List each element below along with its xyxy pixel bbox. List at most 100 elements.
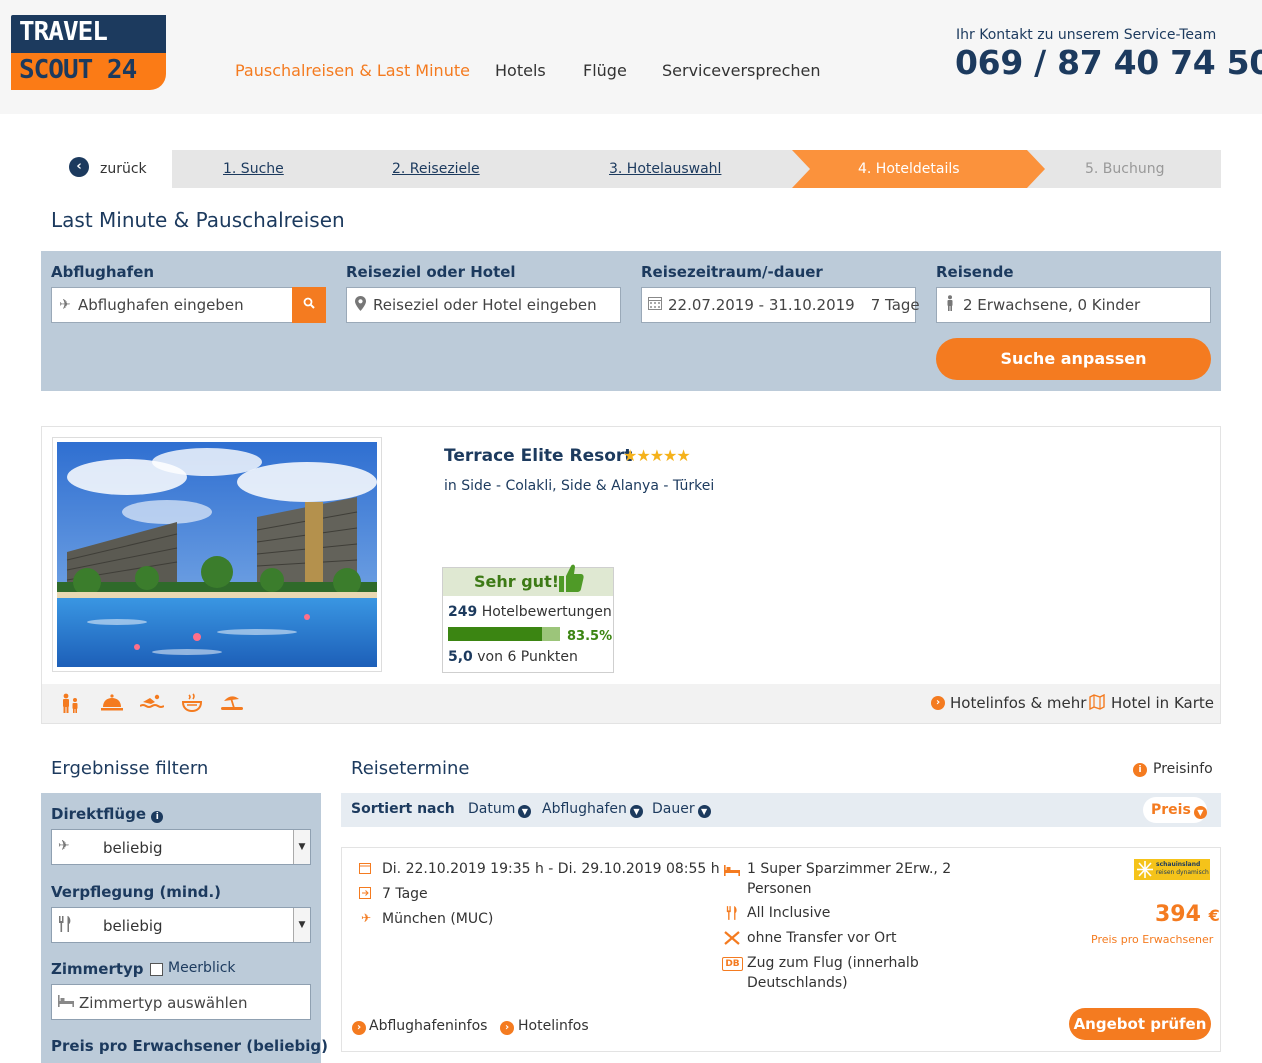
chevron-right-icon: › [931, 696, 945, 710]
beach-icon[interactable] [220, 693, 244, 715]
duration-value: 7 Tage [870, 296, 920, 314]
board-label: Verpflegung (mind.) [51, 883, 222, 901]
page-title: Last Minute & Pauschalreisen [51, 208, 345, 232]
sort-by-price[interactable]: Preis ▼ [1143, 797, 1207, 823]
departure-label: Abflughafen [51, 263, 155, 281]
offer-price: 394 € [1155, 902, 1220, 927]
rating-word: Sehr gut! [474, 572, 560, 591]
back-link[interactable]: zurück [100, 161, 147, 177]
travelers-label: Reisende [936, 263, 1014, 281]
calendar-icon [642, 296, 668, 314]
sort-by-airport[interactable]: Abflughafen ▼ [542, 801, 643, 818]
results-title: Reisetermine [351, 758, 470, 779]
swimming-icon[interactable] [139, 693, 165, 715]
period-label: Reisezeitraum/-dauer [641, 263, 823, 281]
plane-icon: ✈ [360, 911, 372, 925]
review-count[interactable]: 249 Hotelbewertungen [448, 604, 612, 620]
offer-room: 1 Super Sparzimmer 2Erw., 2 Personen [747, 861, 952, 897]
recommend-percentage: 83.5% [567, 629, 613, 644]
plane-icon: ✈ [58, 838, 70, 854]
destination-input[interactable]: Reiseziel oder Hotel eingeben [346, 287, 621, 323]
hotel-stars: ★★★★★ [623, 446, 691, 465]
sort-by-duration[interactable]: Dauer ▼ [652, 801, 711, 818]
no-transfer-icon [724, 931, 740, 949]
calendar-icon [359, 862, 371, 878]
info-icon[interactable]: i [151, 811, 164, 823]
step-hotelauswahl[interactable]: 3. Hotelauswahl [609, 161, 721, 177]
departure-input[interactable]: ✈ Abflughafen eingeben [51, 287, 293, 323]
step-reiseziele[interactable]: 2. Reiseziele [392, 161, 480, 177]
period-input[interactable]: 22.07.2019 - 31.10.2019 7 Tage [641, 287, 920, 323]
step-suche[interactable]: 1. Suche [223, 161, 284, 177]
map-pin-icon [347, 295, 373, 315]
chevron-down-icon: ▼ [518, 805, 532, 818]
room-type-placeholder: Zimmertyp auswählen [79, 994, 248, 1012]
nav-serviceversprechen[interactable]: Serviceversprechen [662, 61, 821, 80]
room-type-label: Zimmertyp [51, 960, 144, 978]
destination-placeholder: Reiseziel oder Hotel eingeben [373, 296, 597, 314]
map-icon [1089, 693, 1105, 714]
direct-flights-label: Direktflüge i [51, 805, 164, 823]
spa-icon[interactable] [180, 693, 204, 715]
departure-search-button[interactable] [292, 287, 326, 323]
board-select[interactable]: beliebig ▼ [51, 907, 311, 943]
bed-icon [724, 864, 740, 880]
tour-operator-logo: schauinsland reisen dynamisch [1134, 859, 1210, 880]
priceinfo-link[interactable]: Preisinfo [1153, 761, 1213, 777]
nav-pauschalreisen[interactable]: Pauschalreisen & Last Minute [235, 61, 470, 80]
hotel-map-link[interactable]: Hotel in Karte [1111, 694, 1214, 712]
airport-info-link[interactable]: Abflughafeninfos [369, 1018, 487, 1034]
seaview-checkbox[interactable] [150, 963, 163, 976]
travelscout24-logo[interactable]: TRAVEL SCOUT 24 [11, 15, 166, 90]
db-train-icon: DB [722, 957, 743, 971]
filter-title: Ergebnisse filtern [51, 758, 209, 779]
step-hoteldetails: 4. Hoteldetails [858, 161, 960, 177]
nav-fluege[interactable]: Flüge [583, 61, 627, 80]
cutlery-icon [726, 906, 738, 924]
search-icon [303, 297, 315, 309]
chevron-right-icon: › [500, 1021, 514, 1035]
contact-label: Ihr Kontakt zu unserem Service-Team [956, 27, 1217, 43]
person-icon [937, 295, 963, 315]
chevron-right-icon: › [352, 1021, 366, 1035]
plane-icon: ✈ [59, 297, 71, 313]
check-offer-button[interactable]: Angebot prüfen [1069, 1008, 1211, 1040]
chevron-down-icon: ▼ [1193, 806, 1207, 819]
offer-duration: 7 Tage [382, 886, 428, 902]
travelers-input[interactable]: 2 Erwachsene, 0 Kinder [936, 287, 1211, 323]
rating-score: 5,0 von 6 Punkten [448, 649, 578, 665]
offer-airport: München (MUC) [382, 911, 494, 927]
price-filter-label: Preis pro Erwachsener (beliebig) [51, 1037, 328, 1055]
service-phone[interactable]: 069 / 87 40 74 5000 [955, 43, 1262, 82]
offer-train: Zug zum Flug (innerhalb Deutschlands) [747, 955, 919, 991]
recommend-bar-fill [448, 627, 542, 641]
back-arrow-icon[interactable]: ‹ [69, 157, 89, 177]
seaview-label[interactable]: Meerblick [168, 960, 236, 976]
hotel-photo[interactable] [57, 442, 377, 667]
logo-text-travel: TRAVEL [19, 17, 108, 47]
suche-anpassen-button[interactable]: Suche anpassen [936, 338, 1211, 380]
hotel-name: Terrace Elite Resort [444, 446, 633, 466]
room-service-icon[interactable] [100, 693, 124, 715]
nav-hotels[interactable]: Hotels [495, 61, 546, 80]
price-note: Preis pro Erwachsener [1091, 933, 1214, 946]
offer-board: All Inclusive [747, 905, 831, 921]
bed-icon [58, 995, 74, 1011]
sort-by-date[interactable]: Datum ▼ [468, 801, 532, 818]
period-value: 22.07.2019 - 31.10.2019 [668, 296, 855, 314]
hotelinfos-link[interactable]: Hotelinfos & mehr [950, 694, 1086, 712]
offer-transfer: ohne Transfer vor Ort [747, 930, 897, 946]
duration-icon [359, 887, 371, 903]
offer-hotel-info-link[interactable]: Hotelinfos [518, 1018, 589, 1034]
family-icon[interactable] [59, 693, 83, 715]
travelers-value: 2 Erwachsene, 0 Kinder [963, 296, 1141, 314]
cutlery-icon [58, 916, 72, 936]
logo-text-scout24: SCOUT 24 [19, 55, 137, 85]
direct-flights-select[interactable]: ✈ beliebig ▼ [51, 829, 311, 865]
chevron-down-icon: ▼ [629, 805, 643, 818]
chevron-down-icon: ▼ [697, 805, 711, 818]
hotel-location: in Side - Colakli, Side & Alanya - Türke… [444, 478, 715, 494]
sort-label: Sortiert nach [351, 801, 455, 817]
room-type-input[interactable]: Zimmertyp auswählen [51, 984, 311, 1020]
step-buchung: 5. Buchung [1085, 161, 1165, 177]
